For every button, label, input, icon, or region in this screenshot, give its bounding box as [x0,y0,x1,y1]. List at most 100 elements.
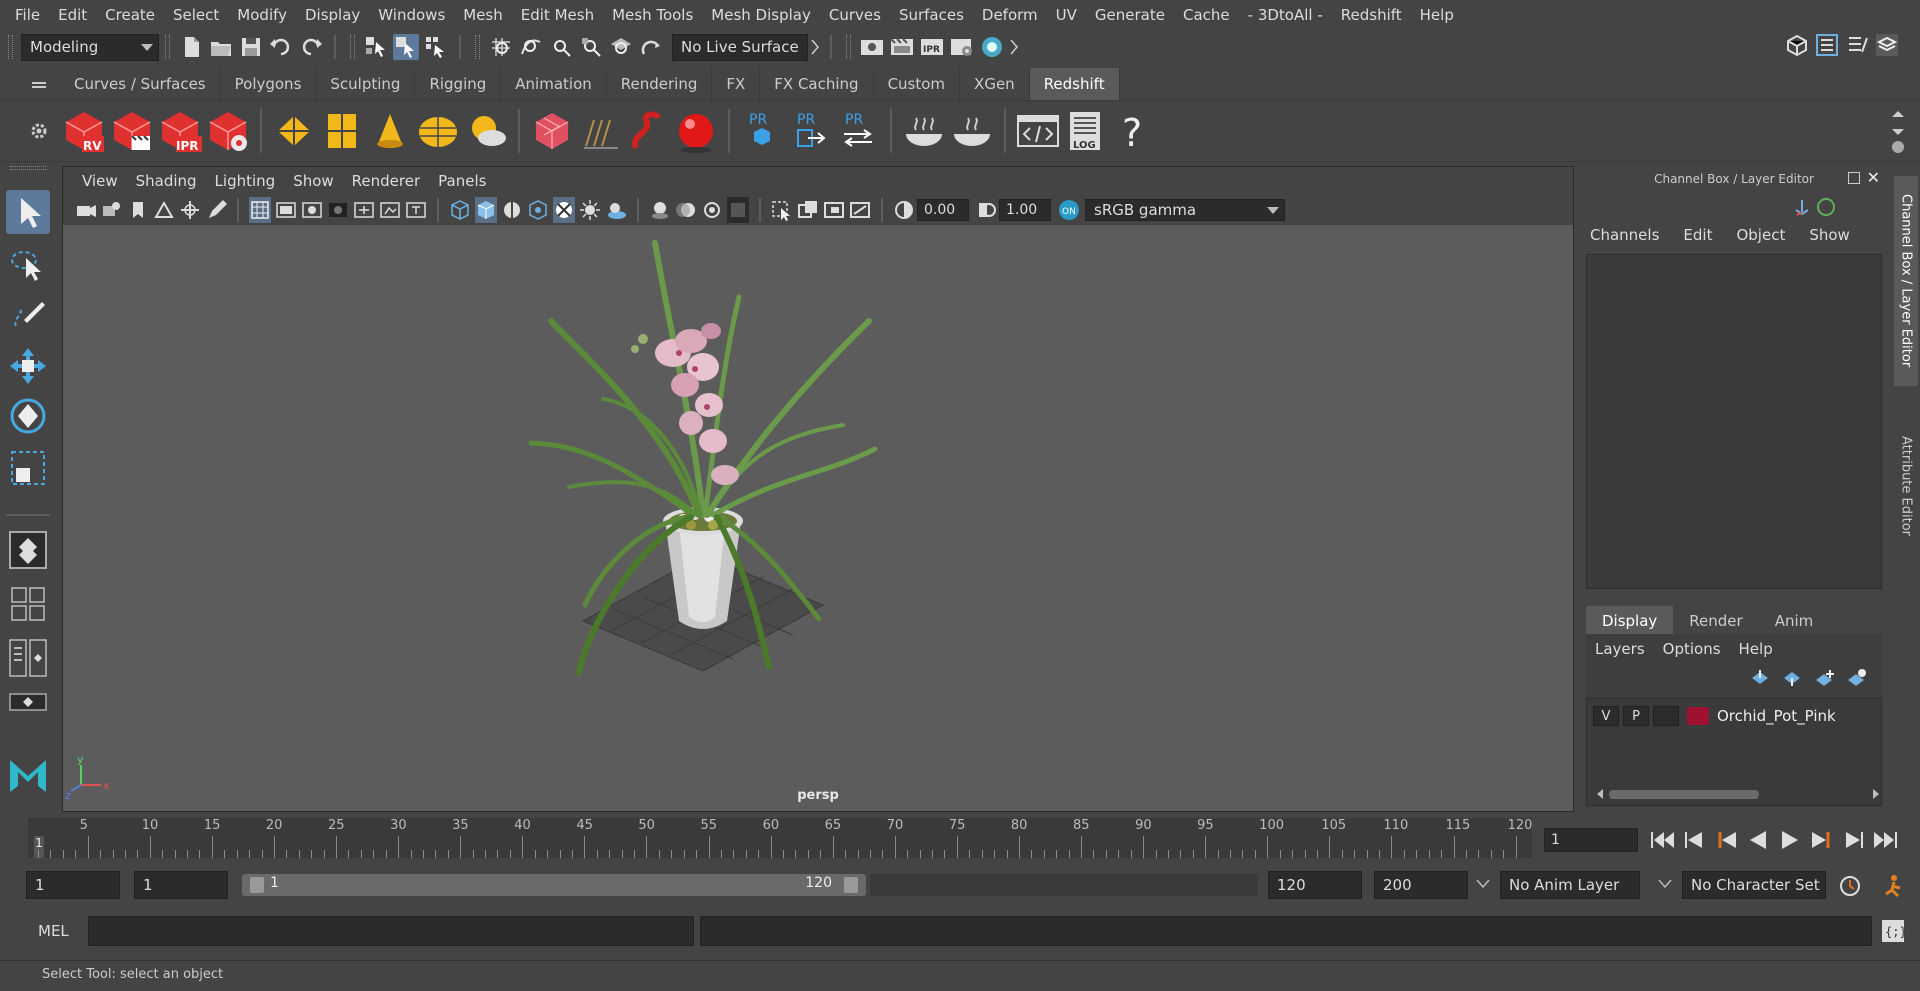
color-management-icon[interactable]: ON [1057,197,1081,223]
redshift-render-frame-button[interactable] [110,108,154,154]
shelf-tab-sculpting[interactable]: Sculpting [316,68,416,100]
scroll-left-icon[interactable] [1595,788,1605,800]
textured-icon[interactable] [527,197,549,223]
animation-preferences-icon[interactable] [1880,872,1906,898]
toolbox-handle[interactable] [10,166,46,170]
channel-box-icon[interactable] [1874,32,1900,58]
status-handle[interactable] [475,35,480,59]
layer-menu-layers[interactable]: Layers [1586,640,1654,658]
shelf-tab-fx-caching[interactable]: FX Caching [760,68,874,100]
layer-horizontal-scrollbar[interactable] [1595,787,1879,801]
channel-menu-edit[interactable]: Edit [1671,226,1724,244]
step-forward-key-icon[interactable] [1840,826,1868,854]
redshift-area-light-button[interactable] [272,108,316,154]
range-slider[interactable]: 1 120 [242,874,866,896]
select-tool-icon[interactable] [6,190,50,234]
gamma-icon[interactable] [975,197,997,223]
move-tool-icon[interactable] [6,344,50,388]
anti-alias-icon[interactable] [701,197,723,223]
character-set-field[interactable]: No Character Set [1682,871,1826,899]
animation-end-field[interactable]: 200 [1374,871,1468,899]
redshift-hair-button[interactable] [578,108,622,154]
redshift-bake-sets-button[interactable] [950,108,994,154]
channel-menu-show[interactable]: Show [1797,226,1861,244]
anim-layer-field[interactable]: No Anim Layer [1500,871,1640,899]
redshift-bake-button[interactable] [902,108,946,154]
redshift-portal-light-button[interactable] [320,108,364,154]
layer-menu-options[interactable]: Options [1654,640,1730,658]
redshift-volume-button[interactable] [626,108,670,154]
redshift-dome-light-button[interactable] [416,108,460,154]
new-layer-icon[interactable] [1812,668,1836,688]
film-gate-icon[interactable] [275,197,297,223]
quad-layout-icon[interactable] [6,528,50,572]
script-editor-icon[interactable]: {;} [1880,918,1906,944]
undo-icon[interactable] [268,34,294,60]
redshift-render-settings-button[interactable] [206,108,250,154]
gate-mask-icon[interactable] [327,197,349,223]
select-hierarchy-icon[interactable] [363,34,389,60]
play-forwards-icon[interactable] [1776,826,1804,854]
auto-key-icon[interactable] [1838,874,1862,898]
modeling-toolkit-icon[interactable] [1784,32,1810,58]
open-scene-icon[interactable] [208,34,234,60]
snap-view-plane-icon[interactable] [578,34,604,60]
motion-blur-icon[interactable] [675,197,697,223]
chevron-down-icon[interactable] [1476,879,1490,889]
current-frame-marker[interactable]: 1 [34,836,44,858]
viewport-menu-panels[interactable]: Panels [429,172,495,190]
menu-mesh-tools[interactable]: Mesh Tools [603,6,702,24]
menu-mesh[interactable]: Mesh [454,6,512,24]
current-frame-field[interactable]: 1 [1544,828,1638,852]
shelf-tab-rigging[interactable]: Rigging [415,68,502,100]
menu-deform[interactable]: Deform [973,6,1047,24]
tool-settings-icon[interactable] [1844,32,1870,58]
shelf-menu[interactable] [0,68,60,100]
menu-create[interactable]: Create [96,6,164,24]
menu-help[interactable]: Help [1411,6,1463,24]
mode-dropdown[interactable]: Modeling [21,33,159,61]
redshift-sun-sky-button[interactable] [464,108,508,154]
isolate-select-icon[interactable] [771,197,793,223]
menu-curves[interactable]: Curves [820,6,890,24]
menu-uv[interactable]: UV [1047,6,1086,24]
go-to-end-icon[interactable] [1872,826,1900,854]
select-object-icon[interactable] [393,34,419,60]
bookmark-icon[interactable] [127,197,149,223]
redshift-log-button[interactable]: LOG [1064,108,1108,154]
grid-toggle-icon[interactable] [249,197,271,223]
redshift-proxy-import-button[interactable]: PR [788,108,832,154]
layer-display-type-toggle[interactable] [1653,706,1679,726]
status-handle[interactable] [165,35,170,59]
shelf-tab-redshift[interactable]: Redshift [1029,68,1120,100]
playback-start-field[interactable]: 1 [134,871,228,899]
scrollbar-thumb[interactable] [1609,790,1759,799]
shelf-scroll[interactable] [1890,107,1906,157]
redshift-help-button[interactable]: ? [1112,108,1156,155]
safe-title-icon[interactable] [405,197,427,223]
wireframe-icon[interactable] [449,197,471,223]
viewport-menu-renderer[interactable]: Renderer [343,172,429,190]
animation-start-field[interactable]: 1 [26,871,120,899]
snap-point-icon[interactable] [548,34,574,60]
tab-render[interactable]: Render [1673,606,1759,636]
layer-name[interactable]: Orchid_Pot_Pink [1717,707,1836,725]
outliner-layout-icon[interactable] [6,636,50,680]
snap-curve-icon[interactable] [518,34,544,60]
status-handle[interactable] [846,35,851,59]
channel-menu-channels[interactable]: Channels [1578,226,1671,244]
xray-active-icon[interactable] [823,197,845,223]
menu-modify[interactable]: Modify [228,6,296,24]
redo-icon[interactable] [298,34,324,60]
arrow-right-icon[interactable] [810,34,820,60]
time-slider[interactable]: 1 5 10 15 20 25 30 35 40 45 50 55 60 65 70 75 80 85 90 95 1… [28,818,1532,858]
use-all-lights-icon[interactable] [553,197,575,223]
render-settings-icon[interactable] [949,34,975,60]
menu-edit[interactable]: Edit [49,6,96,24]
script-editor-button[interactable] [1016,108,1060,154]
step-forward-frame-icon[interactable] [1808,826,1836,854]
step-back-key-icon[interactable] [1680,826,1708,854]
snap-together-icon[interactable] [638,34,664,60]
status-handle[interactable] [8,35,13,59]
live-surface-field[interactable]: No Live Surface [672,33,808,61]
